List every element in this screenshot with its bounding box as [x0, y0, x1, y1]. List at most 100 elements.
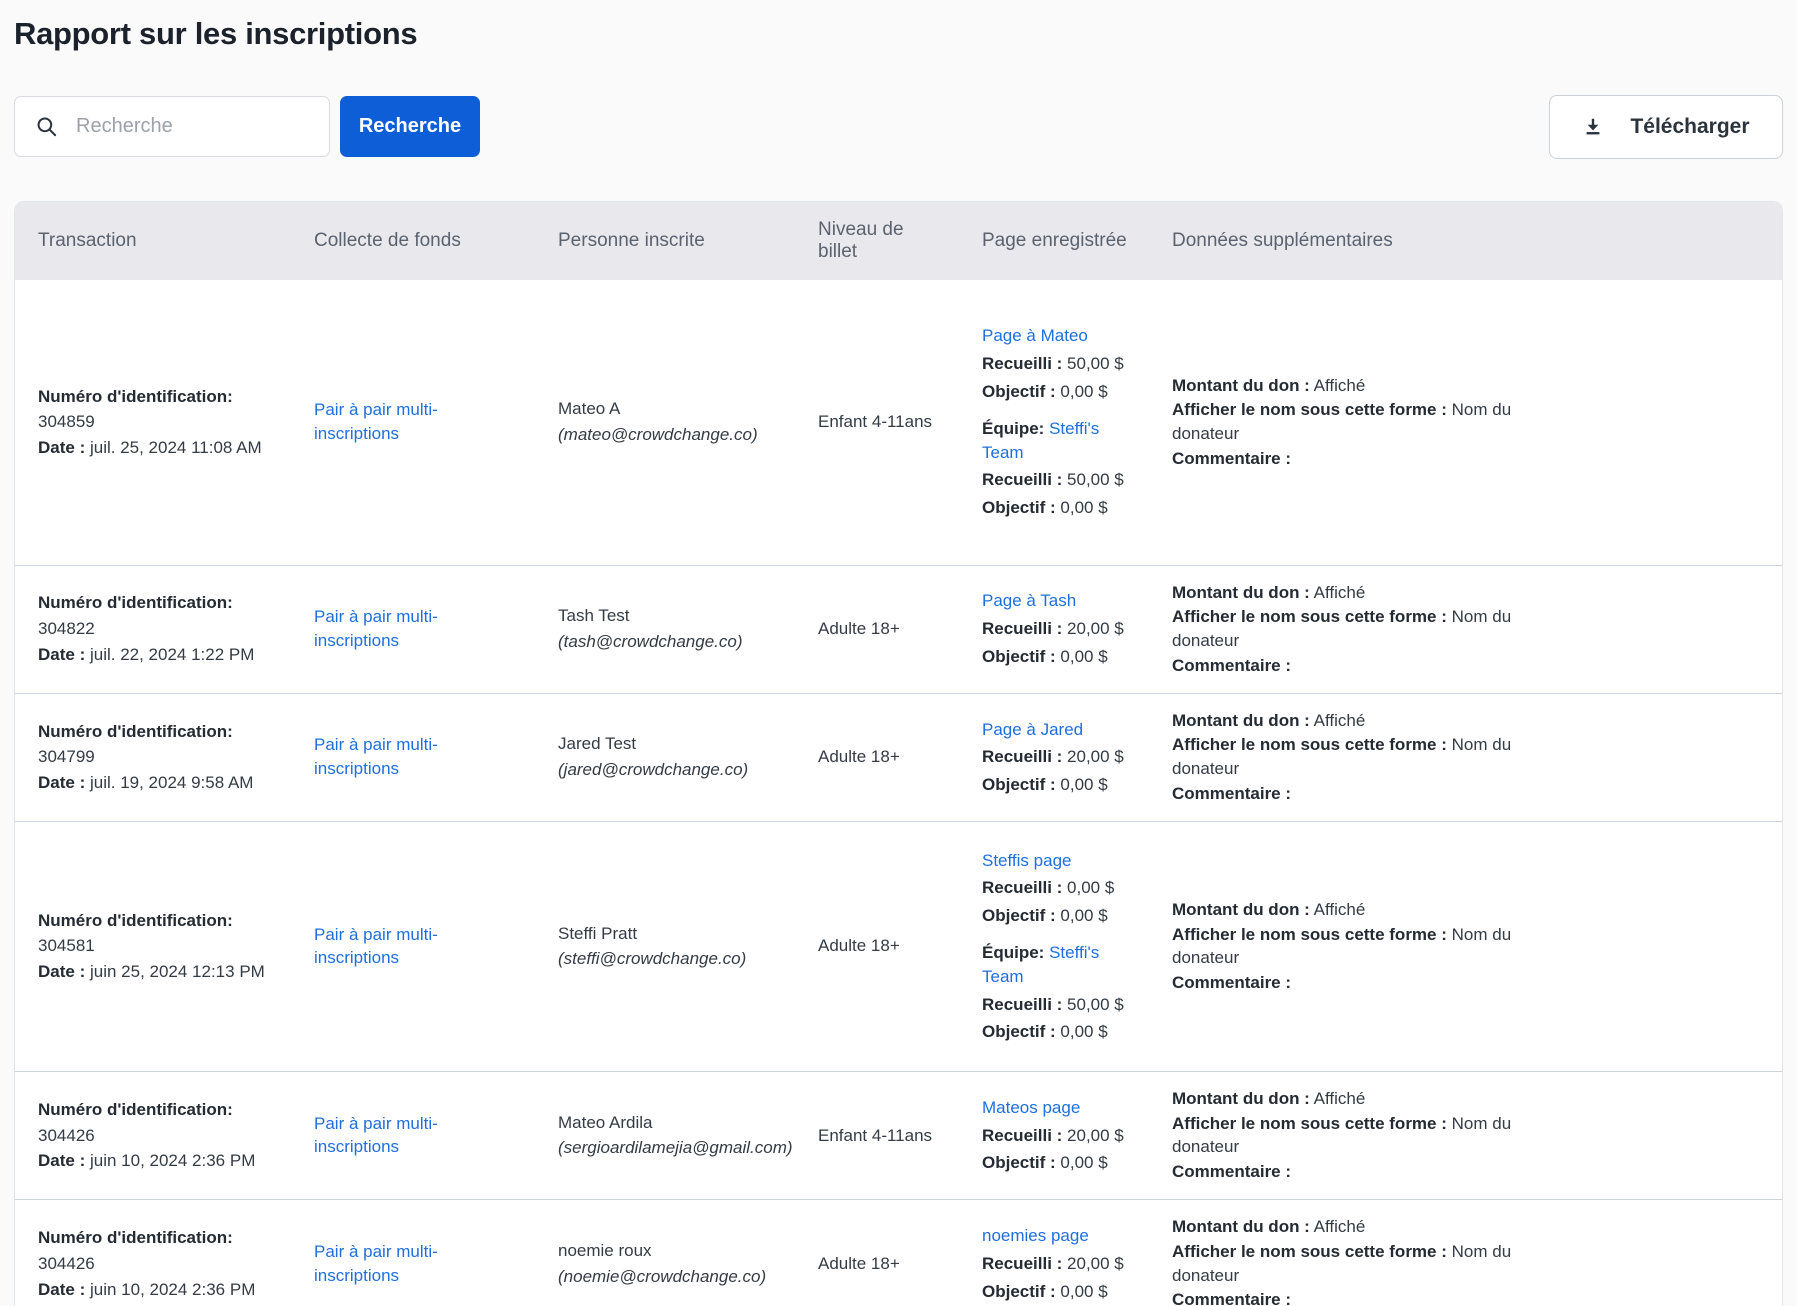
person-cell: noemie roux (noemie@crowdchange.co) [558, 1200, 818, 1306]
date-label: Date : [38, 1151, 85, 1170]
additional-data-cell: Montant du don : Affiché Afficher le nom… [1172, 821, 1783, 1071]
table-card: Transaction Collecte de fonds Personne i… [14, 201, 1783, 1306]
column-header-person: Personne inscrite [558, 202, 818, 280]
person-email: (sergioardilamejia@gmail.com) [558, 1136, 798, 1160]
donation-amount-label: Montant du don : [1172, 1089, 1310, 1108]
id-value: 304426 [38, 1252, 294, 1276]
person-cell: Jared Test (jared@crowdchange.co) [558, 693, 818, 821]
person-name: noemie roux [558, 1239, 798, 1263]
column-header-additional-data: Données supplémentaires [1172, 202, 1783, 280]
fundraiser-link[interactable]: Pair à pair multi-inscriptions [314, 1112, 464, 1160]
ticket-cell: Adulte 18+ [818, 565, 982, 693]
transaction-cell: Numéro d'identification: 304859 Date : j… [15, 280, 314, 565]
team-label: Équipe: [982, 419, 1044, 438]
comment-label: Commentaire : [1172, 1162, 1291, 1181]
id-label: Numéro d'identification: [38, 911, 233, 930]
date-label: Date : [38, 773, 85, 792]
fundraiser-link[interactable]: Pair à pair multi-inscriptions [314, 923, 464, 971]
search-box[interactable] [14, 96, 330, 157]
ticket-cell: Adulte 18+ [818, 1200, 982, 1306]
id-value: 304822 [38, 617, 294, 641]
ticket-cell: Enfant 4-11ans [818, 280, 982, 565]
comment-label: Commentaire : [1172, 973, 1291, 992]
team-goal-value: 0,00 $ [1060, 1022, 1107, 1041]
search-input[interactable] [76, 115, 315, 138]
registered-page-link[interactable]: Page à Mateo [982, 326, 1088, 345]
download-button-label: Télécharger [1630, 115, 1749, 139]
fundraiser-link[interactable]: Pair à pair multi-inscriptions [314, 733, 464, 781]
donation-amount-label: Montant du don : [1172, 1217, 1310, 1236]
id-value: 304859 [38, 410, 294, 434]
page-title: Rapport sur les inscriptions [14, 16, 1783, 52]
person-email: (mateo@crowdchange.co) [558, 423, 798, 447]
raised-label: Recueilli : [982, 1254, 1062, 1273]
ticket-cell: Enfant 4-11ans [818, 1071, 982, 1199]
person-email: (jared@crowdchange.co) [558, 758, 798, 782]
comment-label: Commentaire : [1172, 449, 1291, 468]
person-cell: Mateo Ardila (sergioardilamejia@gmail.co… [558, 1071, 818, 1199]
fundraiser-cell: Pair à pair multi-inscriptions [314, 1071, 558, 1199]
donation-amount-label: Montant du don : [1172, 583, 1310, 602]
column-header-transaction: Transaction [15, 202, 314, 280]
raised-value: 20,00 $ [1067, 747, 1124, 766]
fundraiser-link[interactable]: Pair à pair multi-inscriptions [314, 398, 464, 446]
goal-value: 0,00 $ [1060, 1153, 1107, 1172]
registered-page-link[interactable]: noemies page [982, 1226, 1089, 1245]
donation-amount-value: Affiché [1314, 583, 1366, 602]
person-email: (steffi@crowdchange.co) [558, 947, 798, 971]
id-label: Numéro d'identification: [38, 722, 233, 741]
date-value: juin 10, 2024 2:36 PM [90, 1280, 255, 1299]
person-name: Tash Test [558, 604, 798, 628]
registered-page-link[interactable]: Page à Tash [982, 591, 1076, 610]
transaction-cell: Numéro d'identification: 304426 Date : j… [15, 1071, 314, 1199]
date-value: juil. 25, 2024 11:08 AM [90, 438, 262, 457]
additional-data-cell: Montant du don : Affiché Afficher le nom… [1172, 280, 1783, 565]
fundraiser-link[interactable]: Pair à pair multi-inscriptions [314, 605, 464, 653]
ticket-cell: Adulte 18+ [818, 821, 982, 1071]
transaction-cell: Numéro d'identification: 304822 Date : j… [15, 565, 314, 693]
goal-value: 0,00 $ [1060, 775, 1107, 794]
table-row: Numéro d'identification: 304859 Date : j… [15, 280, 1783, 565]
table-row: Numéro d'identification: 304799 Date : j… [15, 693, 1783, 821]
raised-value: 0,00 $ [1067, 878, 1114, 897]
goal-label: Objectif : [982, 382, 1056, 401]
goal-label: Objectif : [982, 1153, 1056, 1172]
registered-page-cell: Mateos page Recueilli : 20,00 $ Objectif… [982, 1071, 1172, 1199]
search-button[interactable]: Recherche [340, 96, 480, 157]
raised-value: 20,00 $ [1067, 1126, 1124, 1145]
additional-data-cell: Montant du don : Affiché Afficher le nom… [1172, 693, 1783, 821]
ticket-cell: Adulte 18+ [818, 693, 982, 821]
raised-label: Recueilli : [982, 747, 1062, 766]
name-display-label: Afficher le nom sous cette forme : [1172, 735, 1447, 754]
search-icon [35, 115, 58, 138]
registered-page-link[interactable]: Steffis page [982, 851, 1071, 870]
person-name: Jared Test [558, 732, 798, 756]
registered-page-cell: Page à Tash Recueilli : 20,00 $ Objectif… [982, 565, 1172, 693]
registration-report-page: Rapport sur les inscriptions Recherche T… [0, 0, 1797, 1306]
table-row: Numéro d'identification: 304426 Date : j… [15, 1200, 1783, 1306]
registered-page-link[interactable]: Page à Jared [982, 720, 1083, 739]
fundraiser-link[interactable]: Pair à pair multi-inscriptions [314, 1240, 464, 1288]
ticket-level: Enfant 4-11ans [818, 412, 932, 431]
goal-label: Objectif : [982, 906, 1056, 925]
download-button[interactable]: Télécharger [1549, 95, 1783, 159]
goal-label: Objectif : [982, 647, 1056, 666]
registered-page-link[interactable]: Mateos page [982, 1098, 1080, 1117]
raised-label: Recueilli : [982, 354, 1062, 373]
team-raised-label: Recueilli : [982, 470, 1062, 489]
toolbar: Recherche Télécharger [14, 96, 1783, 157]
raised-label: Recueilli : [982, 878, 1062, 897]
fundraiser-cell: Pair à pair multi-inscriptions [314, 693, 558, 821]
id-label: Numéro d'identification: [38, 1100, 233, 1119]
id-label: Numéro d'identification: [38, 1228, 233, 1247]
person-name: Mateo Ardila [558, 1111, 798, 1135]
donation-amount-label: Montant du don : [1172, 376, 1310, 395]
person-cell: Steffi Pratt (steffi@crowdchange.co) [558, 821, 818, 1071]
date-value: juin 25, 2024 12:13 PM [90, 962, 265, 981]
donation-amount-value: Affiché [1314, 711, 1366, 730]
ticket-level: Adulte 18+ [818, 936, 900, 955]
person-name: Mateo A [558, 397, 798, 421]
goal-value: 0,00 $ [1060, 382, 1107, 401]
date-value: juil. 19, 2024 9:58 AM [90, 773, 254, 792]
transaction-cell: Numéro d'identification: 304799 Date : j… [15, 693, 314, 821]
